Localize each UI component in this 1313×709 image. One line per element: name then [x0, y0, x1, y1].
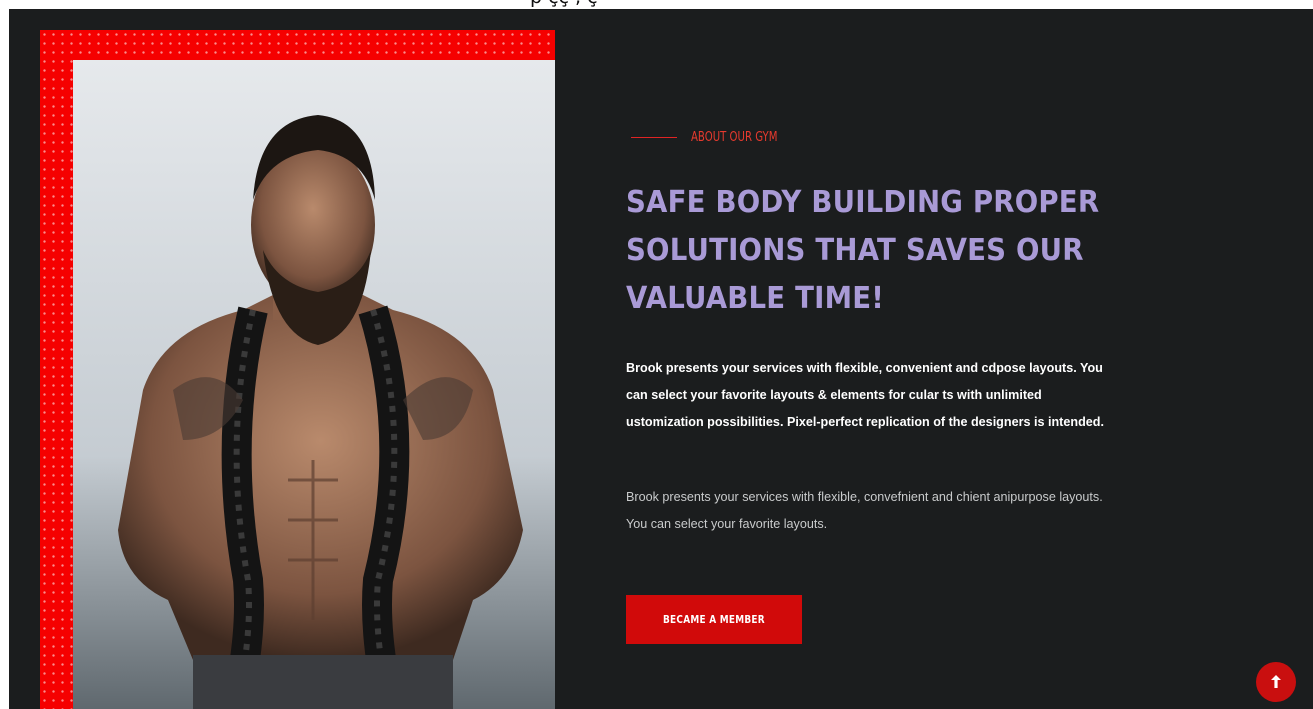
cropped-top-text: p çç , ç — [530, 0, 598, 8]
top-cropped-strip: p çç , ç — [0, 0, 1313, 9]
section-subtitle: ABOUT OUR GYM — [691, 130, 778, 145]
bodybuilder-photo — [73, 60, 555, 709]
scroll-to-top-button[interactable] — [1256, 662, 1296, 702]
intro-paragraph: Brook presents your services with flexib… — [626, 490, 1103, 531]
become-member-label: BECAME A MEMBER — [663, 613, 765, 626]
intro-paragraph-bold: Brook presents your services with flexib… — [626, 361, 1104, 429]
section-heading: SAFE BODY BUILDING PROPER SOLUTIONS THAT… — [626, 185, 1100, 316]
subtitle-line — [631, 137, 677, 138]
arrow-up-icon — [1271, 675, 1281, 688]
become-member-button[interactable]: BECAME A MEMBER — [626, 595, 802, 644]
section-subtitle-row: ABOUT OUR GYM — [631, 130, 802, 145]
about-gym-section: ABOUT OUR GYM SAFE BODY BUILDING PROPER … — [9, 9, 1313, 709]
